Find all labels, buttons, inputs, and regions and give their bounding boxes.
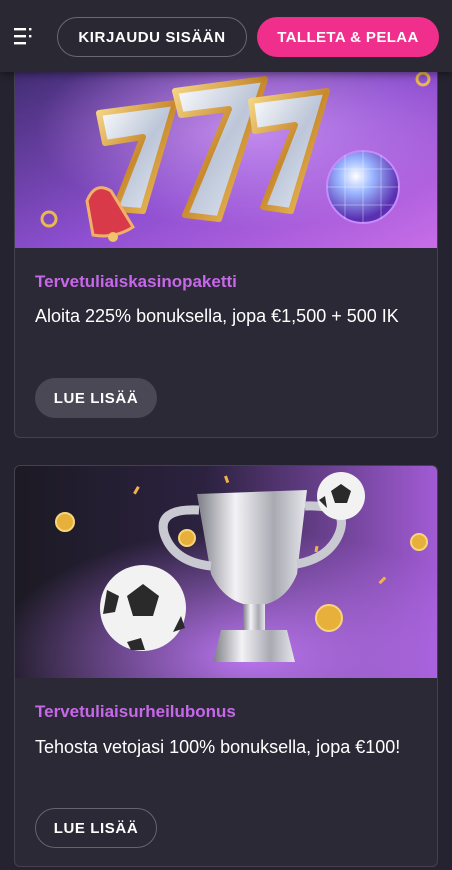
promo-title[interactable]: Tervetuliaiskasinopaketti	[35, 272, 237, 292]
menu-icon[interactable]	[12, 26, 34, 46]
trophy-soccer-image	[15, 466, 437, 678]
deposit-and-play-button[interactable]: TALLETA & PELAA	[257, 17, 439, 57]
read-more-button[interactable]: LUE LISÄÄ	[35, 378, 157, 418]
promo-description: Tehosta vetojasi 100% bonuksella, jopa €…	[35, 737, 401, 757]
login-button[interactable]: KIRJAUDU SISÄÄN	[57, 17, 247, 57]
promo-card-casino: Tervetuliaiskasinopaketti Aloita 225% bo…	[14, 50, 438, 438]
read-more-button[interactable]: LUE LISÄÄ	[35, 808, 157, 848]
slot-777-image	[15, 51, 437, 248]
top-bar: KIRJAUDU SISÄÄN TALLETA & PELAA	[0, 0, 452, 72]
promo-description: Aloita 225% bonuksella, jopa €1,500 + 50…	[35, 306, 399, 326]
promo-card-sports: Tervetuliaisurheilubonus Tehosta vetojas…	[14, 465, 438, 867]
promo-title[interactable]: Tervetuliaisurheilubonus	[35, 702, 236, 722]
